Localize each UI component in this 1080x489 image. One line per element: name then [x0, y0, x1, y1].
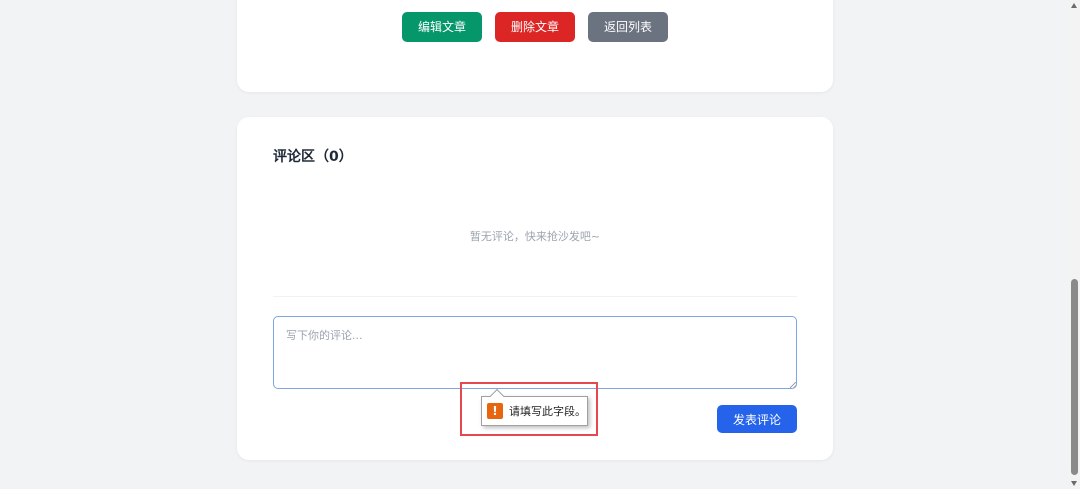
article-actions: 编辑文章 删除文章 返回列表	[237, 12, 833, 42]
delete-article-button[interactable]: 删除文章	[494, 12, 575, 42]
edit-article-button[interactable]: 编辑文章	[401, 12, 482, 42]
scroll-up-icon[interactable]	[1071, 3, 1077, 8]
divider	[273, 296, 797, 297]
back-to-list-button[interactable]: 返回列表	[588, 12, 669, 42]
vertical-scrollbar[interactable]	[1069, 0, 1080, 489]
warning-icon: !	[487, 403, 503, 419]
resize-handle-icon[interactable]	[790, 382, 796, 388]
comments-title: 评论区（0）	[273, 149, 353, 165]
scroll-down-icon[interactable]	[1071, 481, 1077, 486]
submit-comment-button[interactable]: 发表评论	[717, 405, 797, 433]
comment-input[interactable]	[273, 316, 797, 389]
scrollbar-thumb[interactable]	[1071, 279, 1078, 475]
validation-message: 请填写此字段。	[509, 405, 586, 418]
empty-comments-text: 暂无评论，快来抢沙发吧~	[469, 230, 601, 243]
article-actions-card: 编辑文章 删除文章 返回列表	[237, 0, 833, 92]
